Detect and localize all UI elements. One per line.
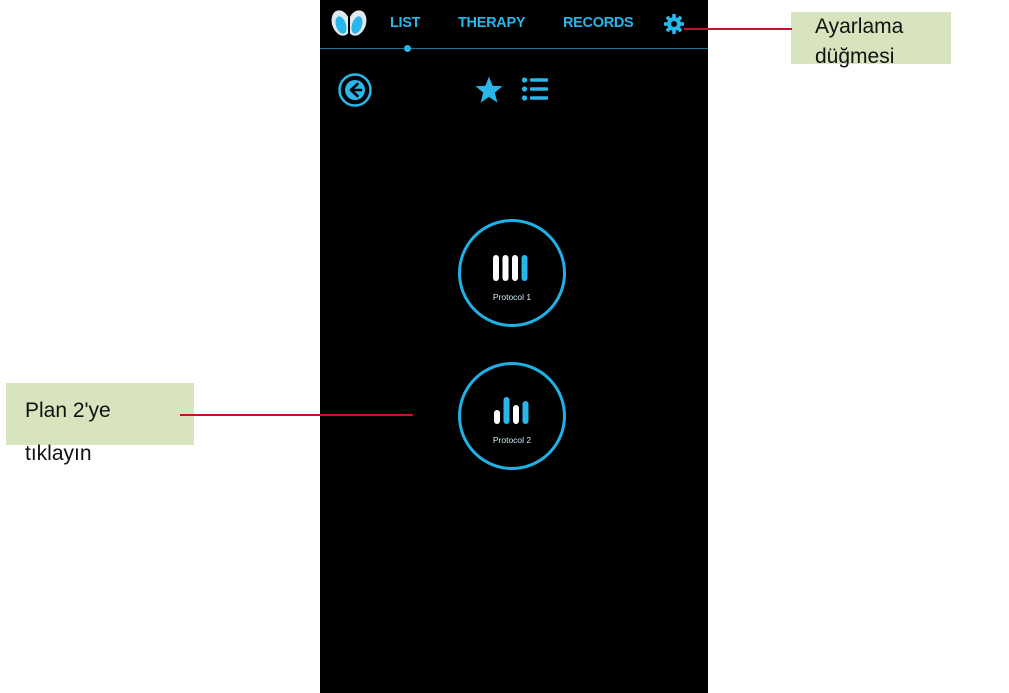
settings-callout-line-1: Ayarlama bbox=[815, 15, 904, 38]
tab-therapy[interactable]: THERAPY bbox=[458, 15, 525, 31]
plan2-callout-line-2: tıklayın bbox=[25, 442, 92, 465]
plan2-callout-line-1: Plan 2'ye bbox=[25, 399, 111, 422]
protocol-2-label: Protocol 2 bbox=[492, 435, 532, 445]
equal-bars-icon bbox=[493, 255, 528, 281]
top-navigation-bar: LIST THERAPY RECORDS bbox=[320, 0, 708, 52]
protocol-2-button[interactable]: Protocol 2 bbox=[458, 362, 566, 470]
nav-divider bbox=[320, 48, 708, 49]
settings-pointer-line bbox=[684, 28, 792, 30]
settings-callout-line-2: düğmesi bbox=[815, 45, 895, 68]
tab-list[interactable]: LIST bbox=[390, 15, 421, 31]
gear-icon[interactable] bbox=[663, 13, 685, 35]
list-icon[interactable] bbox=[521, 76, 549, 102]
tab-records[interactable]: RECORDS bbox=[563, 15, 634, 31]
star-icon[interactable] bbox=[474, 75, 504, 105]
app-screen: LIST THERAPY RECORDS Protocol 1 Protocol… bbox=[320, 0, 708, 693]
butterfly-logo-icon bbox=[331, 10, 367, 38]
protocol-1-button[interactable]: Protocol 1 bbox=[458, 219, 566, 327]
settings-callout: Ayarlama düğmesi bbox=[791, 12, 951, 68]
rising-bars-icon bbox=[494, 397, 529, 424]
arrow-left-circle-icon[interactable] bbox=[337, 72, 373, 108]
active-tab-indicator bbox=[404, 45, 411, 52]
protocol-1-label: Protocol 1 bbox=[492, 292, 532, 302]
plan2-pointer-line bbox=[180, 414, 413, 416]
